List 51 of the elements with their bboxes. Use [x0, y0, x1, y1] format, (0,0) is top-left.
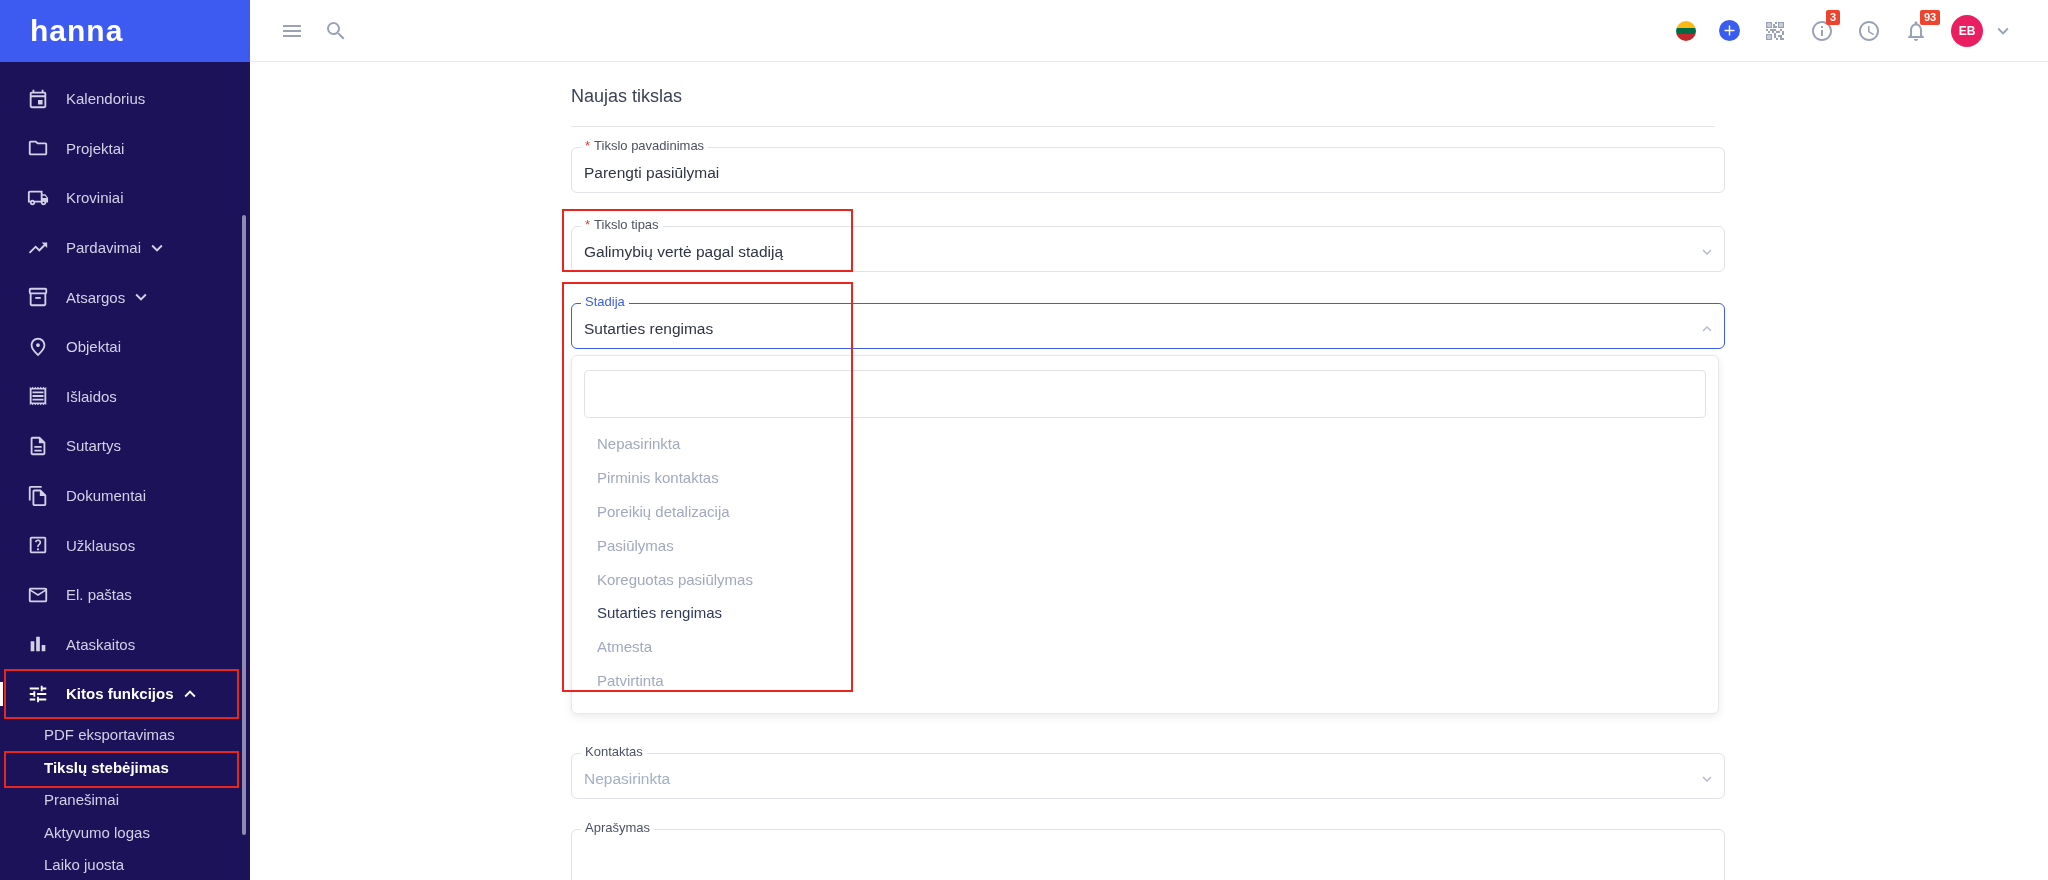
form-title: Naujas tikslas — [571, 86, 684, 108]
sidebar-label: Projektai — [66, 139, 125, 157]
chevron-up-icon — [1702, 326, 1712, 332]
receipt-icon — [27, 385, 49, 408]
chevron-down-icon — [1702, 249, 1712, 255]
sidebar-label: Ataskaitos — [66, 635, 136, 653]
sidebar-item[interactable]: Kalendorius — [0, 74, 250, 124]
sidebar-item[interactable]: Sutartys — [0, 421, 250, 471]
sidebar-item[interactable]: Atsargos — [0, 272, 250, 322]
sidebar-label: Sutartys — [66, 437, 122, 455]
sidebar-label: Kalendorius — [66, 90, 146, 108]
field-label: Aprašymas — [585, 820, 651, 836]
box-icon — [27, 286, 49, 309]
active-indicator — [0, 682, 3, 707]
sidebar-item[interactable]: Pardavimai — [0, 222, 250, 273]
submenu-item[interactable]: Laiko juosta — [0, 848, 250, 880]
sidebar-item[interactable]: Kitos funkcijos — [0, 669, 250, 719]
sidebar-label: Kroviniai — [66, 189, 124, 207]
sidebar-label: Užklausos — [66, 536, 136, 554]
submenu-item[interactable]: Aktyvumo logas — [0, 816, 250, 849]
sidebar-item[interactable]: Išlaidos — [0, 371, 250, 422]
add-button[interactable] — [1719, 20, 1740, 41]
sidebar-label: El. paštas — [66, 586, 132, 604]
chevron-down-icon — [1702, 776, 1712, 783]
sidebar-label: Kitos funkcijos — [66, 685, 174, 703]
search-field[interactable] — [584, 370, 1706, 418]
clock-icon[interactable] — [1857, 18, 1881, 43]
count-badge: 93 — [1920, 9, 1941, 25]
sidebar-item[interactable]: Ataskaitos — [0, 619, 250, 670]
submenu-item[interactable]: PDF eksportavimas — [0, 718, 250, 752]
scrollbar[interactable] — [242, 215, 246, 835]
avatar[interactable]: EB — [1951, 14, 1983, 47]
sidebar-item[interactable]: Projektai — [0, 123, 250, 174]
sidebar-item[interactable]: Objektai — [0, 321, 250, 372]
sidebar-item[interactable]: Kroviniai — [0, 173, 250, 223]
calendar-icon — [27, 87, 49, 110]
documents-icon — [27, 484, 49, 507]
submenu-item[interactable]: Tikslų stebėjimas — [0, 751, 250, 784]
submenu-item[interactable]: Pranešimai — [0, 783, 250, 817]
flag-icon[interactable] — [1676, 20, 1696, 41]
sidebar-label: Objektai — [66, 338, 122, 356]
logo[interactable]: hanna — [30, 14, 124, 48]
sidebar-label: Dokumentai — [66, 487, 147, 505]
sidebar-label: Išlaidos — [66, 387, 117, 405]
sidebar-label: Atsargos — [66, 288, 126, 306]
sidebar-item[interactable]: Užklausos — [0, 520, 250, 570]
count-badge: 3 — [1826, 9, 1841, 25]
dropdown-option[interactable]: Sutarties rengimas — [584, 596, 1706, 630]
sidebar-item[interactable]: El. paštas — [0, 569, 250, 620]
sidebar-label: Pardavimai — [66, 239, 142, 257]
sidebar-item[interactable]: Dokumentai — [0, 470, 250, 521]
